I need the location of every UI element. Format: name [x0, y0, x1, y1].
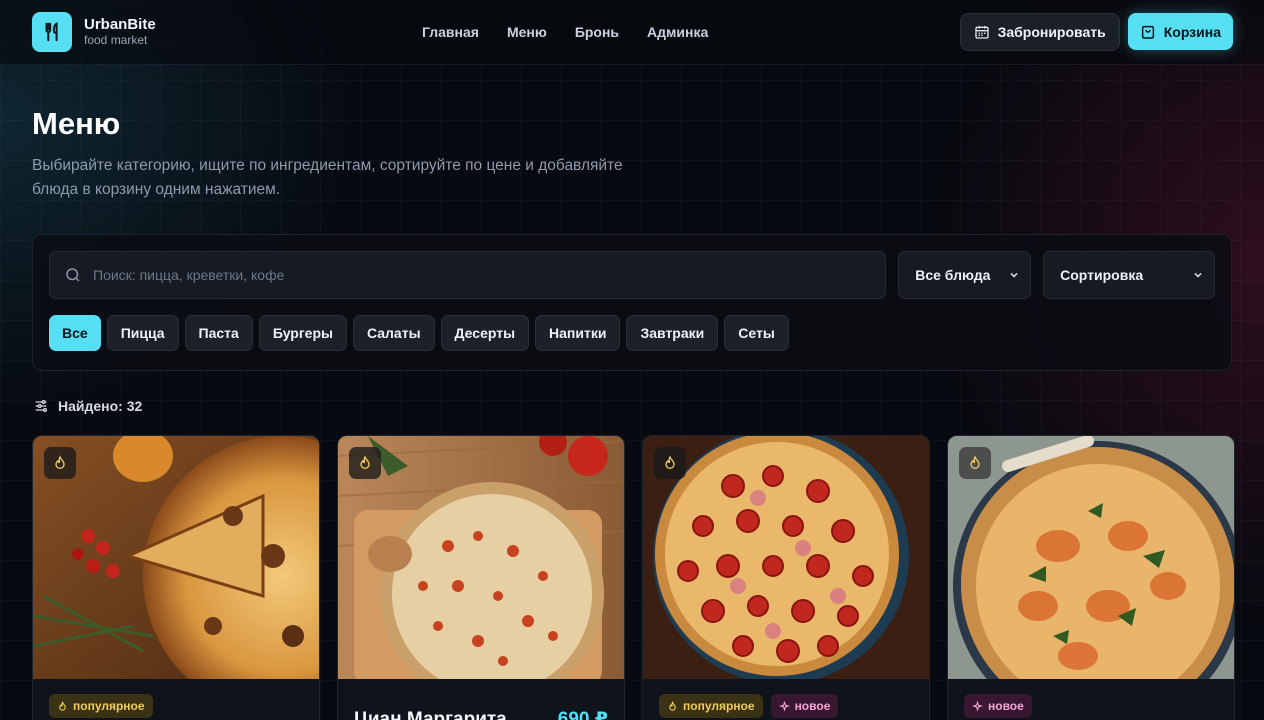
nav-link-home[interactable]: Главная — [422, 24, 479, 40]
product-image — [338, 436, 624, 679]
page-title: Меню — [32, 106, 121, 141]
sparkles-icon — [972, 700, 983, 711]
cart-label: Корзина — [1163, 23, 1221, 40]
search-box[interactable] — [49, 251, 887, 299]
brand-subtitle: food market — [84, 33, 148, 47]
product-image — [33, 436, 319, 679]
book-table-label: Забронировать — [997, 24, 1106, 40]
top-navbar: UrbanBite food market Главная Меню Бронь… — [0, 0, 1264, 65]
shopping-bag-icon — [1141, 25, 1154, 39]
product-card[interactable]: популярное новое — [642, 435, 930, 720]
product-grid: популярное Циан Маргарита 690 ₽ популярн… — [32, 435, 1264, 720]
sort-select[interactable]: Сортировка — [1043, 251, 1215, 299]
sliders-icon — [35, 400, 47, 412]
category-chip-all[interactable]: Все — [49, 315, 101, 351]
product-image — [948, 436, 1234, 679]
brand-name: UrbanBite — [84, 16, 156, 33]
new-badge: новое — [964, 694, 1032, 718]
search-icon — [66, 268, 80, 282]
nav-link-menu[interactable]: Меню — [507, 24, 547, 40]
flame-icon — [349, 447, 381, 479]
utensils-icon — [32, 12, 72, 52]
category-chip-sets[interactable]: Сеты — [724, 315, 789, 351]
main-nav: Главная Меню Бронь Админка — [422, 24, 708, 40]
popular-badge: популярное — [659, 694, 763, 718]
dish-type-select[interactable]: Все блюда — [898, 251, 1032, 299]
flame-icon — [654, 447, 686, 479]
category-chip-desserts[interactable]: Десерты — [440, 315, 530, 351]
category-chips: Все Пицца Паста Бургеры Салаты Десерты Н… — [49, 315, 1215, 351]
product-image — [643, 436, 929, 679]
category-chip-breakfast[interactable]: Завтраки — [626, 315, 719, 351]
product-card[interactable]: новое — [947, 435, 1235, 720]
flame-icon — [669, 700, 676, 711]
brand[interactable]: UrbanBite food market — [32, 12, 412, 52]
new-badge: новое — [770, 694, 839, 718]
book-table-button[interactable]: Забронировать — [959, 13, 1120, 51]
chevron-down-icon — [1194, 272, 1202, 278]
product-title: Циан Маргарита — [354, 709, 507, 720]
results-count: Найдено: 32 — [33, 398, 1264, 414]
page-description: Выбирайте категорию, ищите по ингредиент… — [32, 157, 623, 198]
flame-icon — [44, 447, 76, 479]
product-card[interactable]: Циан Маргарита 690 ₽ — [337, 435, 625, 720]
calendar-icon — [974, 26, 989, 39]
product-price: 690 ₽ — [557, 709, 608, 720]
popular-badge-label: популярное — [683, 699, 755, 713]
category-chip-pizza[interactable]: Пицца — [106, 315, 179, 351]
flame-icon — [59, 700, 66, 711]
chevron-down-icon — [1010, 272, 1018, 278]
filter-panel: Все блюда Сортировка Все Пицца Паста Бур… — [32, 234, 1232, 371]
sparkles-icon — [778, 700, 790, 711]
popular-badge: популярное — [49, 694, 153, 718]
search-input[interactable] — [93, 267, 872, 283]
category-chip-salads[interactable]: Салаты — [352, 315, 435, 351]
category-chip-burgers[interactable]: Бургеры — [258, 315, 347, 351]
results-count-label: Найдено: 32 — [58, 398, 143, 414]
nav-link-booking[interactable]: Бронь — [575, 24, 619, 40]
new-badge-label: новое — [794, 699, 831, 713]
flame-icon — [959, 447, 991, 479]
popular-badge-label: популярное — [73, 699, 145, 713]
sort-value: Сортировка — [1060, 267, 1144, 283]
category-chip-drinks[interactable]: Напитки — [535, 315, 621, 351]
product-card[interactable]: популярное — [32, 435, 320, 720]
nav-link-admin[interactable]: Админка — [647, 24, 708, 40]
cart-button[interactable]: Корзина — [1127, 13, 1233, 50]
new-badge-label: новое — [988, 699, 1024, 713]
dish-type-value: Все блюда — [915, 267, 991, 283]
category-chip-pasta[interactable]: Паста — [184, 315, 253, 351]
